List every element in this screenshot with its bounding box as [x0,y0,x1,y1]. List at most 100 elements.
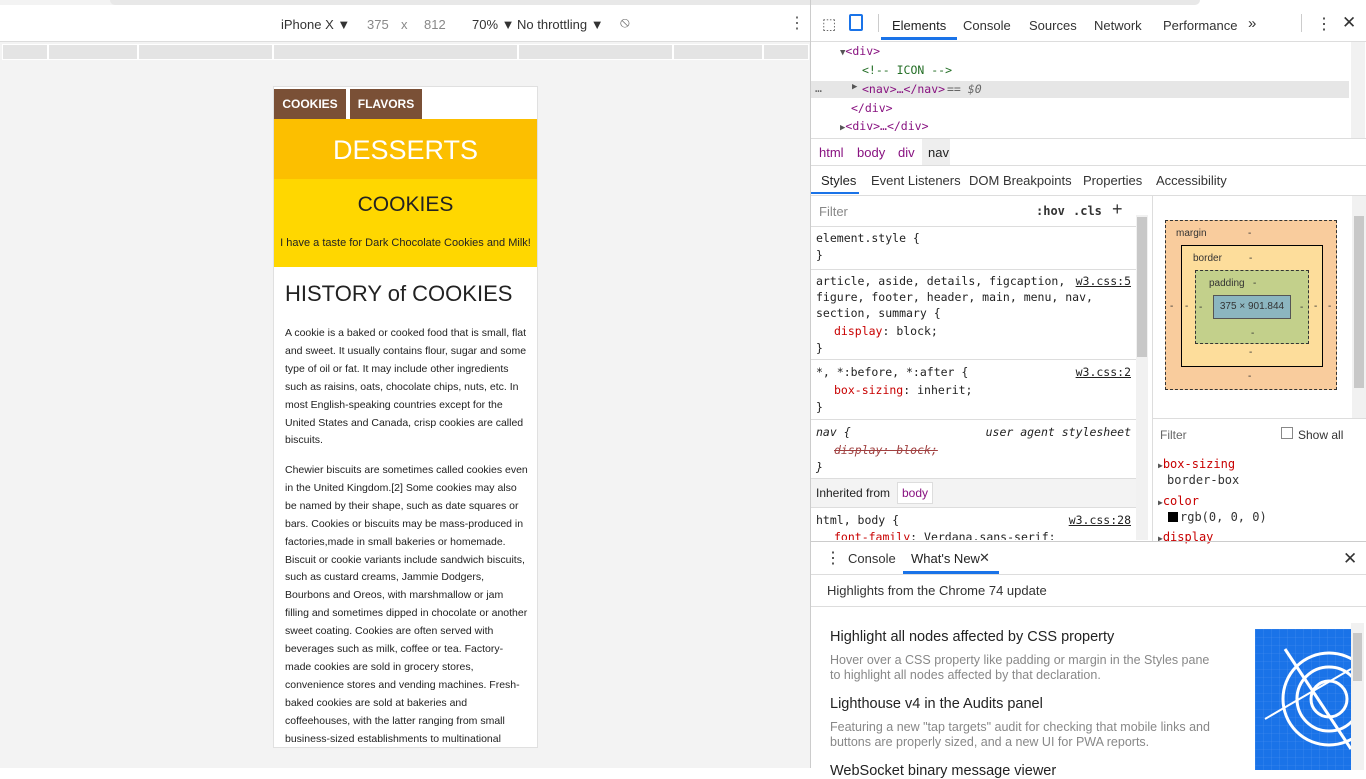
box-border[interactable]: border - - - - padding - - - - 375 × 901… [1181,245,1323,367]
rule-end: } [816,248,823,262]
close-devtools-icon[interactable]: ✕ [1342,13,1356,33]
styles-pane: element.style { } article, aside, detail… [811,227,1136,540]
style-rule-w3-5[interactable]: article, aside, details, figcaption, w3.… [811,270,1136,360]
drawer-tab-whats-new[interactable]: What's New [911,551,980,566]
computed-filter-input[interactable]: Filter [1160,428,1187,442]
feature-title-lighthouse[interactable]: Lighthouse v4 in the Audits panel [830,696,1043,712]
rule-declaration[interactable]: font-family: Verdana,sans-serif; [834,530,1056,540]
devtools-menu-icon[interactable]: ⋮ [1316,14,1332,34]
style-rule-w3-28[interactable]: html, body { w3.css:28 font-family: Verd… [811,508,1136,540]
breadcrumb-nav[interactable]: nav [928,145,949,160]
active-subtab-indicator [811,192,859,194]
styles-scrollbar-thumb[interactable] [1137,217,1147,357]
tab-elements[interactable]: Elements [892,18,946,33]
rule-source-link[interactable]: w3.css:5 [1076,274,1131,288]
tab-performance[interactable]: Performance [1163,18,1237,33]
dom-node-div-collapsed[interactable]: ▶<div>…</div> [840,119,929,133]
drawer-menu-icon[interactable]: ⋮ [825,548,841,568]
border-top-value: - [1249,253,1253,264]
padding-label: padding [1209,278,1245,289]
cookies-heading: COOKIES [357,193,454,216]
height-field[interactable]: 812 [424,17,446,32]
dom-node-div[interactable]: ▼<div> [840,44,880,58]
whats-new-headline: Highlights from the Chrome 74 update [827,583,1047,598]
expand-arrow-icon[interactable]: ▶ [852,82,857,92]
subtab-properties[interactable]: Properties [1083,173,1142,188]
feature-title-highlight-nodes[interactable]: Highlight all nodes affected by CSS prop… [830,629,1114,645]
show-all-checkbox[interactable] [1281,427,1293,439]
color-swatch[interactable] [1168,512,1178,522]
dimension-separator: x [401,17,408,32]
dom-nav-tag: <nav>…</nav> [862,82,946,96]
style-rule-user-agent[interactable]: nav { user agent stylesheet display: blo… [811,420,1136,479]
styles-scrollbar[interactable] [1136,215,1148,540]
drawer-scrollbar-thumb[interactable] [1353,633,1362,681]
rule-declaration-overridden[interactable]: display: block; [834,443,938,457]
drawer-scrollbar[interactable] [1351,623,1364,770]
subtab-event-listeners[interactable]: Event Listeners [871,173,961,188]
width-field[interactable]: 375 [367,17,389,32]
new-rule-button[interactable]: + [1112,199,1123,220]
computed-box-sizing[interactable]: ▶box-sizing [1158,457,1235,471]
hov-toggle[interactable]: :hov [1036,204,1065,218]
tab-network[interactable]: Network [1094,18,1142,33]
close-tab-icon[interactable]: ✕ [979,550,990,566]
history-paragraph-2: Chewier biscuits are sometimes called co… [285,464,528,745]
subtab-dom-breakpoints[interactable]: DOM Breakpoints [969,173,1072,188]
computed-color-value: rgb(0, 0, 0) [1180,510,1267,524]
cookies-tagline: I have a taste for Dark Chocolate Cookie… [280,237,531,249]
close-drawer-icon[interactable]: ✕ [1343,549,1357,569]
more-options-icon[interactable]: ⋮ [789,13,805,33]
breadcrumb-div[interactable]: div [898,145,915,160]
dom-close-div[interactable]: </div> [851,101,893,115]
rule-source-link[interactable]: w3.css:28 [1069,513,1131,527]
margin-left-value: - [1170,301,1174,312]
box-margin[interactable]: margin - - - - border - - - - padding - … [1165,220,1337,390]
padding-bottom-value: - [1251,328,1255,339]
style-rule-element[interactable]: element.style { } [811,227,1136,270]
rule-declaration[interactable]: display: block; [834,324,938,338]
rule-declaration[interactable]: box-sizing: inherit; [834,383,973,397]
subtab-styles[interactable]: Styles [821,173,856,188]
media-query-bar[interactable] [0,42,810,62]
cls-toggle[interactable]: .cls [1073,204,1102,218]
throttle-select[interactable]: No throttling ▼ [517,17,604,32]
dom-scrollbar[interactable] [1351,42,1365,138]
breadcrumb-html[interactable]: html [819,145,844,160]
box-padding[interactable]: padding - - - - 375 × 901.844 [1195,270,1309,344]
tab-sources[interactable]: Sources [1029,18,1077,33]
subtab-accessibility[interactable]: Accessibility [1156,173,1227,188]
drawer-toolbar: ⋮ Console What's New ✕ ✕ [811,542,1366,575]
show-all-label: Show all [1298,428,1344,442]
dom-node-nav-selected[interactable]: … ▶ <nav>…</nav> == $0 [811,81,1349,98]
computed-box-sizing-value: border-box [1167,473,1240,487]
rule-end: } [816,341,823,355]
styles-filter-input[interactable]: Filter [819,204,848,219]
rule-end: } [816,460,823,474]
rotate-icon[interactable]: ⦸ [620,14,630,31]
style-rule-w3-2[interactable]: *, *:before, *:after { w3.css:2 box-sizi… [811,360,1136,420]
drawer-tab-console[interactable]: Console [848,551,896,566]
nav-tab-cookies[interactable]: COOKIES [274,89,346,119]
margin-top-value: - [1248,228,1252,239]
zoom-select[interactable]: 70% ▼ [472,17,515,32]
computed-color[interactable]: ▶color [1158,494,1199,508]
dom-ellipsis-icon: … [815,81,822,95]
nav-tab-flavors[interactable]: FLAVORS [350,89,422,119]
device-toggle-icon[interactable] [849,14,863,31]
rule-selector: nav { [816,425,851,439]
border-right-value: - [1314,301,1318,312]
device-select[interactable]: iPhone X ▼ [281,17,350,32]
box-model-scrollbar-thumb[interactable] [1354,216,1364,388]
tab-console[interactable]: Console [963,18,1011,33]
box-model-scrollbar[interactable] [1352,196,1366,418]
devtools-toolbar: ⬚ Elements Console Sources Network Perfo… [811,5,1366,42]
dom-comment-icon-line[interactable]: <!-- ICON --> [862,63,952,77]
feature-title-websocket[interactable]: WebSocket binary message viewer [830,763,1056,779]
rule-source-link[interactable]: w3.css:2 [1076,365,1131,379]
inspect-element-icon[interactable]: ⬚ [822,15,836,33]
breadcrumb-body[interactable]: body [857,145,885,160]
box-content-size[interactable]: 375 × 901.844 [1213,295,1291,319]
more-tabs-button[interactable]: » [1248,15,1256,32]
inherited-element-link[interactable]: body [897,482,934,504]
